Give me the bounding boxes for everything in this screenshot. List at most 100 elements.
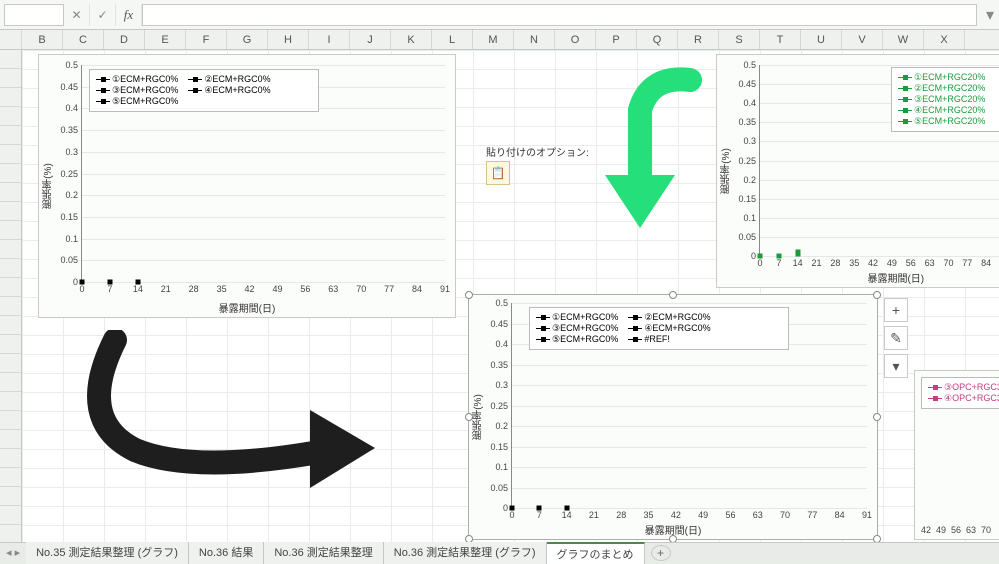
x-tick: 49: [887, 256, 897, 268]
row-header[interactable]: [0, 50, 21, 69]
row-header[interactable]: [0, 202, 21, 221]
column-header[interactable]: N: [514, 30, 555, 49]
brush-icon: ✎: [890, 330, 902, 347]
x-tick: 70: [943, 256, 953, 268]
cancel-button[interactable]: ✕: [64, 4, 90, 26]
row-header[interactable]: [0, 487, 21, 506]
column-header[interactable]: X: [924, 30, 965, 49]
resize-handle[interactable]: [465, 291, 473, 299]
row-header[interactable]: [0, 259, 21, 278]
column-header[interactable]: O: [555, 30, 596, 49]
row-header[interactable]: [0, 354, 21, 373]
column-header[interactable]: L: [432, 30, 473, 49]
sheet-tab[interactable]: No.36 結果: [189, 542, 264, 564]
add-sheet-button[interactable]: +: [651, 545, 671, 561]
resize-handle[interactable]: [465, 413, 473, 421]
paste-options-tag[interactable]: 貼り付けのオプション: 📋: [486, 144, 589, 185]
column-header[interactable]: S: [719, 30, 760, 49]
data-point: [795, 252, 800, 257]
column-header[interactable]: Q: [637, 30, 678, 49]
column-header[interactable]: F: [186, 30, 227, 49]
x-tick: 21: [812, 256, 822, 268]
chart-filters-button[interactable]: ▾: [884, 354, 908, 378]
formula-bar: ✕ ✓ fx ▾: [0, 0, 999, 30]
paste-options-button[interactable]: 📋: [486, 161, 510, 185]
chart-elements-button[interactable]: +: [884, 298, 908, 322]
column-header[interactable]: R: [678, 30, 719, 49]
legend-item: ①ECM+RGC20%: [898, 72, 985, 83]
column-header[interactable]: B: [22, 30, 63, 49]
sheet-tab[interactable]: No.35 測定結果整理 (グラフ): [26, 542, 189, 564]
y-tick: 0.5: [495, 298, 512, 308]
column-header[interactable]: K: [391, 30, 432, 49]
x-tick: 77: [962, 256, 972, 268]
row-header[interactable]: [0, 430, 21, 449]
row-header[interactable]: [0, 278, 21, 297]
worksheet-grid[interactable]: 膨張率(%) 暴露期間(日) 00.050.10.150.20.250.30.3…: [22, 50, 999, 542]
chart-opc-rgc31[interactable]: ③OPC+RGC31% ④OPC+RGC31% 42 49 56 63 70: [914, 370, 999, 540]
column-header[interactable]: I: [309, 30, 350, 49]
sheet-tab[interactable]: グラフのまとめ: [547, 542, 645, 564]
row-header[interactable]: [0, 449, 21, 468]
row-header[interactable]: [0, 88, 21, 107]
chart-ecm-rgc20[interactable]: 膨張率(%) 暴露期間(日) 00.050.10.150.20.250.30.3…: [716, 54, 999, 288]
chart-styles-button[interactable]: ✎: [884, 326, 908, 350]
column-header[interactable]: E: [145, 30, 186, 49]
resize-handle[interactable]: [873, 413, 881, 421]
row-header[interactable]: [0, 411, 21, 430]
row-header[interactable]: [0, 145, 21, 164]
formula-input[interactable]: [142, 4, 977, 26]
resize-handle[interactable]: [873, 291, 881, 299]
row-header[interactable]: [0, 107, 21, 126]
row-header[interactable]: [0, 69, 21, 88]
row-header[interactable]: [0, 335, 21, 354]
x-tick: 49: [698, 508, 708, 520]
legend-item: ④ECM+RGC20%: [898, 105, 985, 116]
enter-button[interactable]: ✓: [90, 4, 116, 26]
y-tick: 0.25: [738, 156, 760, 166]
tab-nav[interactable]: ◂ ▸: [0, 546, 26, 559]
column-header[interactable]: P: [596, 30, 637, 49]
clipboard-icon: 📋: [491, 166, 506, 180]
column-header[interactable]: U: [801, 30, 842, 49]
chart-ecm-rgc0[interactable]: 膨張率(%) 暴露期間(日) 00.050.10.150.20.250.30.3…: [38, 54, 456, 318]
x-tick: 91: [862, 508, 872, 520]
x-tick: 63: [925, 256, 935, 268]
row-headers[interactable]: [0, 50, 22, 542]
legend-item: #REF!: [628, 334, 670, 344]
column-header[interactable]: D: [104, 30, 145, 49]
resize-handle[interactable]: [669, 291, 677, 299]
plus-icon: +: [892, 302, 900, 318]
expand-formula-bar-icon[interactable]: ▾: [981, 5, 999, 25]
row-header[interactable]: [0, 126, 21, 145]
fx-button[interactable]: fx: [116, 4, 142, 26]
sheet-tab[interactable]: No.36 測定結果整理 (グラフ): [384, 542, 547, 564]
chart-ecm-rgc0-selected[interactable]: 膨張率(%) 暴露期間(日) 00.050.10.150.20.250.30.3…: [468, 294, 878, 540]
column-header[interactable]: V: [842, 30, 883, 49]
x-tick: 56: [906, 256, 916, 268]
row-header[interactable]: [0, 240, 21, 259]
y-tick: 0.1: [65, 234, 82, 244]
row-header[interactable]: [0, 183, 21, 202]
x-tick: 42 49 56 63 70: [921, 525, 991, 535]
row-header[interactable]: [0, 506, 21, 525]
column-header[interactable]: W: [883, 30, 924, 49]
row-header[interactable]: [0, 316, 21, 335]
row-header[interactable]: [0, 221, 21, 240]
row-header[interactable]: [0, 468, 21, 487]
column-header[interactable]: M: [473, 30, 514, 49]
column-header[interactable]: G: [227, 30, 268, 49]
y-tick: 0.1: [743, 213, 760, 223]
sheet-tab[interactable]: No.36 測定結果整理: [264, 542, 383, 564]
row-header[interactable]: [0, 373, 21, 392]
column-header[interactable]: C: [63, 30, 104, 49]
column-header[interactable]: T: [760, 30, 801, 49]
row-header[interactable]: [0, 164, 21, 183]
column-header[interactable]: [0, 30, 22, 49]
name-box[interactable]: [4, 4, 64, 26]
column-header[interactable]: H: [268, 30, 309, 49]
row-header[interactable]: [0, 297, 21, 316]
row-header[interactable]: [0, 392, 21, 411]
column-headers[interactable]: BCDEFGHIJKLMNOPQRSTUVWX: [0, 30, 999, 50]
column-header[interactable]: J: [350, 30, 391, 49]
